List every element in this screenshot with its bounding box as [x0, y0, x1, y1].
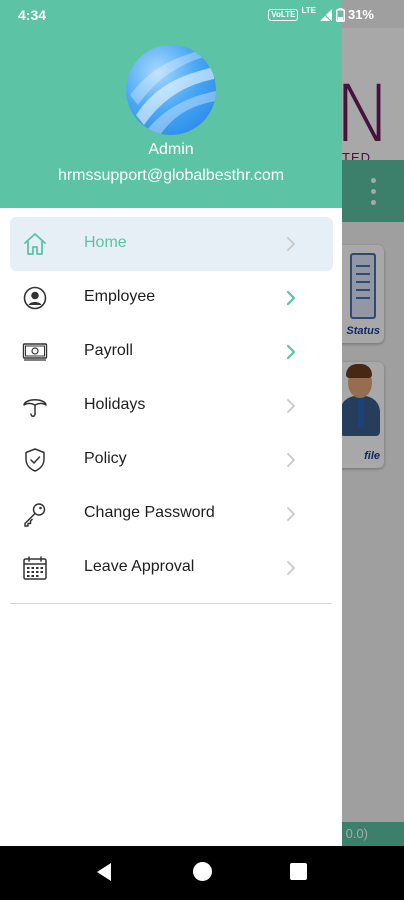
status-time: 4:34: [18, 7, 47, 23]
menu-item-label: Holidays: [84, 396, 146, 413]
menu-item-label: Home: [84, 234, 127, 251]
back-icon[interactable]: [95, 862, 113, 882]
menu-item-label: Employee: [84, 288, 156, 305]
status-icons: VoLTE LTE 31%: [268, 6, 374, 22]
status-bar: 4:34 VoLTE LTE 31%: [0, 0, 404, 30]
navigation-drawer: Admin hrmssupport@globalbesthr.com Home …: [0, 0, 342, 846]
drawer-header: Admin hrmssupport@globalbesthr.com: [0, 0, 342, 208]
menu-item-label: Payroll: [84, 342, 133, 359]
money-icon: [22, 343, 48, 361]
menu-item-change-password[interactable]: Change Password: [10, 487, 333, 541]
menu-item-label: Leave Approval: [84, 558, 195, 575]
key-icon: [24, 503, 46, 527]
menu-item-policy[interactable]: Policy: [10, 433, 333, 487]
user-circle-icon: [23, 286, 47, 310]
menu-item-home[interactable]: Home: [10, 217, 333, 271]
battery-percent: 31%: [347, 7, 374, 22]
chevron-right-icon: [287, 453, 295, 467]
avatar-swirl-icon: [130, 51, 216, 135]
drawer-menu: Home Employee Payroll Holidays Policy Ch…: [0, 217, 342, 595]
recent-apps-icon[interactable]: [290, 863, 307, 880]
calendar-icon: [23, 556, 47, 580]
chevron-right-icon: [287, 561, 295, 575]
shield-check-icon: [25, 448, 45, 472]
menu-item-leave-approval[interactable]: Leave Approval: [10, 541, 333, 595]
user-name: Admin: [148, 141, 194, 158]
battery-icon: [335, 7, 345, 22]
system-navigation-bar: [0, 846, 404, 900]
chevron-right-icon: [286, 344, 296, 360]
home-icon: [24, 233, 46, 255]
menu-item-label: Policy: [84, 450, 127, 467]
menu-item-payroll[interactable]: Payroll: [10, 325, 333, 379]
volte-icon: VoLTE: [268, 8, 299, 21]
avatar[interactable]: [126, 45, 216, 135]
chevron-right-icon: [287, 507, 295, 521]
signal-icon: [319, 8, 332, 21]
menu-divider: [10, 603, 332, 604]
menu-item-employee[interactable]: Employee: [10, 271, 333, 325]
menu-item-holidays[interactable]: Holidays: [10, 379, 333, 433]
menu-item-label: Change Password: [84, 504, 215, 521]
lte-icon: LTE: [301, 6, 316, 15]
user-email: hrmssupport@globalbesthr.com: [57, 167, 285, 184]
chevron-right-icon: [287, 237, 295, 251]
chevron-right-icon: [287, 399, 295, 413]
chevron-right-icon: [286, 290, 296, 306]
umbrella-icon: [23, 399, 47, 417]
home-button-icon[interactable]: [193, 862, 212, 881]
